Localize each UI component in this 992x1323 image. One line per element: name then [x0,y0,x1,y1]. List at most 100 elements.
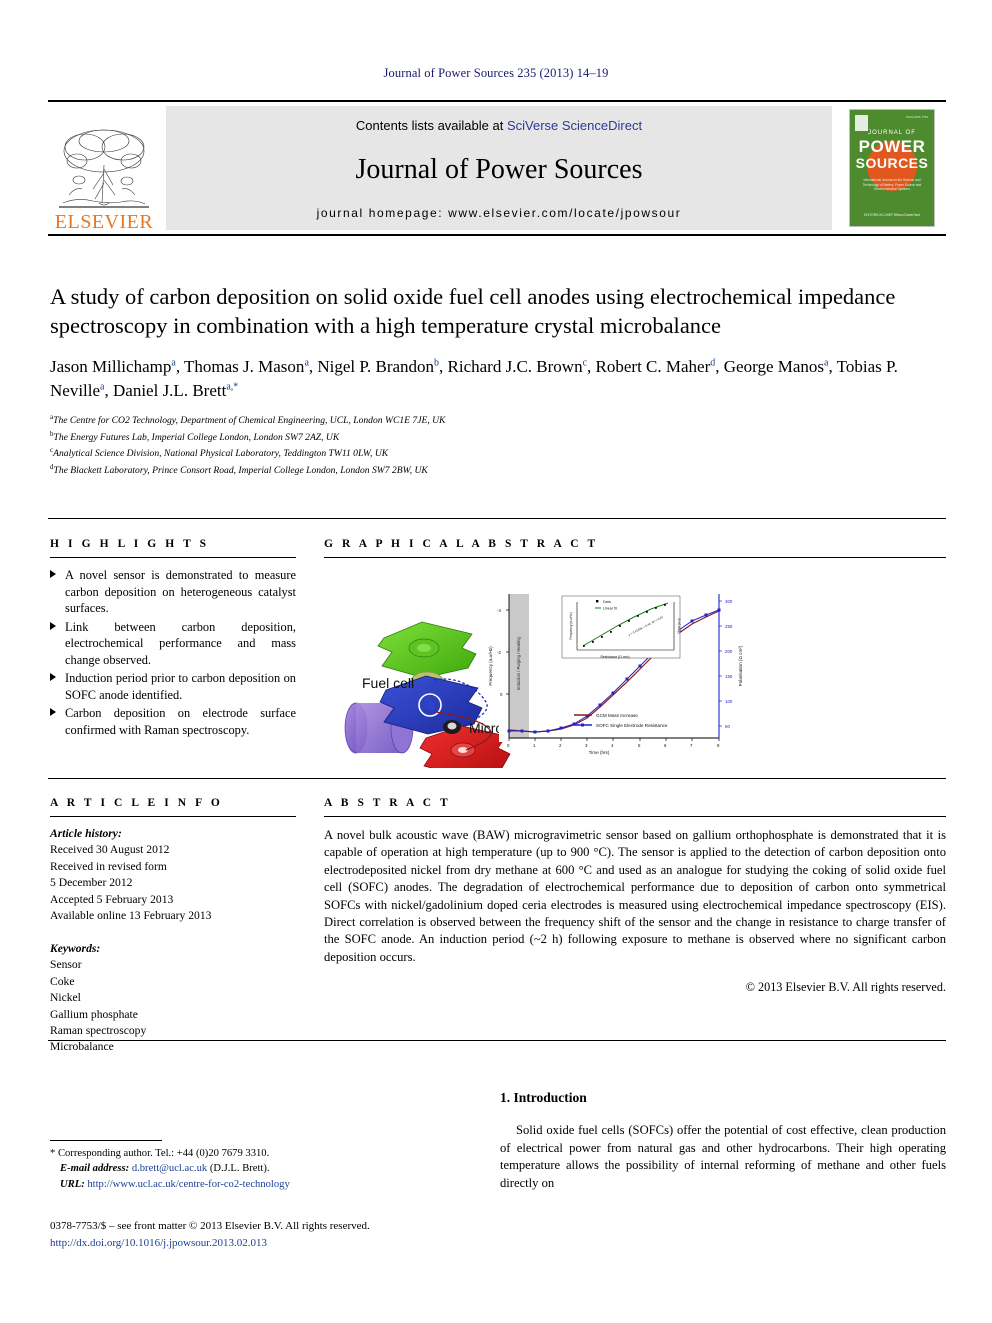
svg-text:300: 300 [725,599,733,604]
graphical-abstract-figure: Fuel cell Microbalance Induction / Purgi… [324,570,946,768]
author-affiliation-marker: a [171,356,176,368]
inset-legend-data: Data [603,600,611,604]
author-name: George Manos [723,356,825,376]
author-affiliation-marker: a [304,356,309,368]
inset-x-label: Resistance (Ω cm²) [600,655,629,659]
graphical-abstract-rule [324,557,946,558]
affiliation-item: dThe Blackett Laboratory, Prince Consort… [50,463,428,477]
abstract-section: A B S T R A C T A novel bulk acoustic wa… [324,797,946,995]
email-suffix: (D.J.L. Brett). [209,1163,270,1175]
article-history-item: Received in revised form [50,859,167,873]
cover-elsevier-icon [855,115,868,131]
cover-power-text: POWER [858,137,926,156]
email-label: E-mail address: [60,1163,130,1175]
author-name: Robert C. Maher [595,356,711,376]
introduction-paragraph: Solid oxide fuel cells (SOFCs) offer the… [500,1123,946,1190]
x-axis-label: Time (hrs) [589,750,610,755]
cover-journal-of: JOURNAL OF [868,130,916,136]
y-axis-right-label: Polarisation (Ω cm²) [738,645,743,686]
graphical-abstract-svg: Fuel cell Microbalance Induction / Purgi… [344,592,743,768]
graphical-abstract-chart: Induction / Purging / Heating 0 1 2 3 4 … [488,592,743,755]
cover-issn: ISSN 0378-7753 [905,115,928,119]
author-affiliation-marker: d [710,356,716,368]
article-history-label: Article history: [50,827,122,840]
green-end-plate [377,621,477,679]
svg-text:3: 3 [585,743,588,748]
svg-text:-2: -2 [497,650,501,655]
affiliation-item: bThe Energy Futures Lab, Imperial Colleg… [50,429,340,443]
email-link[interactable]: d.brett@ucl.ac.uk [132,1163,207,1174]
introduction-heading: 1. Introduction [500,1090,587,1105]
svg-text:7: 7 [690,743,693,748]
journal-article-page: Journal of Power Sources 235 (2013) 14–1… [0,0,992,1323]
divider-above-article-info [48,778,946,779]
divider-below-abstract [48,1040,946,1041]
svg-text:6: 6 [664,743,667,748]
author-name: Nigel P. Brandon [317,356,435,376]
article-history: Article history: Received 30 August 2012… [50,826,296,925]
microbalance-crystal [443,720,461,734]
keyword-item: Sensor [50,958,82,972]
elsevier-wordmark: ELSEVIER [54,211,154,233]
sciencedirect-link[interactable]: SciVerse ScienceDirect [507,118,642,133]
svg-text:200: 200 [725,649,733,654]
highlights-list: A novel sensor is demonstrated to measur… [50,567,296,738]
highlights-rule [50,557,296,558]
svg-text:8: 8 [717,743,720,748]
cover-editors: EDITORS-IN-CHIEF Wilson-Davis/Yard [864,213,920,218]
inset-y-right-label: Mass (a.u) [677,618,681,633]
article-info-heading: A R T I C L E I N F O [50,797,223,809]
journal-homepage-link[interactable]: journal homepage: www.elsevier.com/locat… [317,206,682,220]
journal-cover-thumbnail: ISSN 0378-7753 JOURNAL OF POWER SOURCES … [838,102,946,234]
author-name: Richard J.C. Brown [447,356,583,376]
journal-title: Journal of Power Sources [355,153,643,185]
abstract-rule [324,816,946,817]
graphical-abstract-heading: G R A P H I C A L A B S T R A C T [324,538,599,550]
affiliation-item: cAnalytical Science Division, National P… [50,446,389,460]
article-history-item: 5 December 2012 [50,876,133,890]
article-info-section: A R T I C L E I N F O Article history: R… [50,797,296,1056]
article-history-item: Received 30 August 2012 [50,843,170,857]
svg-text:50: 50 [725,724,730,729]
journal-cover-art: ISSN 0378-7753 JOURNAL OF POWER SOURCES … [849,109,935,227]
contents-box: Contents lists available at SciVerse Sci… [166,106,832,230]
author-affiliation-marker: a,* [226,380,239,392]
bullet-triangle-icon [50,708,56,716]
contents-prefix: Contents lists available at [355,118,507,133]
keywords-block: Keywords: Sensor Coke Nickel Gallium phosph… [50,941,296,1056]
article-info-rule [50,816,296,817]
keywords-lines: Sensor Coke Nickel Gallium phosphate Raman s… [50,957,296,1056]
front-matter-block: 0378-7753/$ – see front matter © 2013 El… [50,1218,470,1251]
highlights-section: H I G H L I G H T S A novel sensor is de… [50,538,296,740]
y-axis-left-label: Frequency (a.u/Hz) [488,646,493,686]
induction-band-label: Induction / Purging / Heating [516,636,521,690]
bullet-triangle-icon [50,570,56,578]
keywords-label: Keywords: [50,941,101,955]
author-name: Jason Millichamp [50,356,172,376]
svg-text:-4: -4 [497,608,501,613]
elsevier-tree-icon [59,129,149,208]
svg-text:250: 250 [725,624,733,629]
url-link[interactable]: http://www.ucl.ac.uk/centre-for-co2-tech… [87,1179,289,1190]
svg-text:2: 2 [559,743,562,748]
title-block: A study of carbon deposition on solid ox… [50,282,946,479]
highlight-item: Carbon deposition on electrode surface c… [50,705,296,738]
cover-subtitle: International Journal on the Science and… [862,178,922,192]
inset-legend-fit: Linear fit [603,607,617,611]
svg-text:150: 150 [725,674,733,679]
divider-above-highlights [48,518,946,519]
author-name: Daniel J.L. Brett [113,380,227,400]
author-name: Thomas J. Mason [184,356,305,376]
doi-link[interactable]: http://dx.doi.org/10.1016/j.jpowsour.201… [50,1235,470,1252]
keyword-item: Microbalance [50,1040,114,1054]
page-title: A study of carbon deposition on solid ox… [50,284,896,339]
keyword-item: Coke [50,974,75,988]
svg-text:4: 4 [611,743,614,748]
keyword-item: Raman spectroscopy [50,1023,147,1037]
abstract-heading: A B S T R A C T [324,797,451,809]
email-line: E-mail address: d.brett@ucl.ac.uk (D.J.L… [50,1161,350,1176]
contents-available-line: Contents lists available at SciVerse Sci… [356,118,642,133]
svg-text:1: 1 [533,743,536,748]
author-affiliation-marker: b [434,356,440,368]
legend-item-sofc: SOFC Single Electrode Resistance [596,723,668,728]
